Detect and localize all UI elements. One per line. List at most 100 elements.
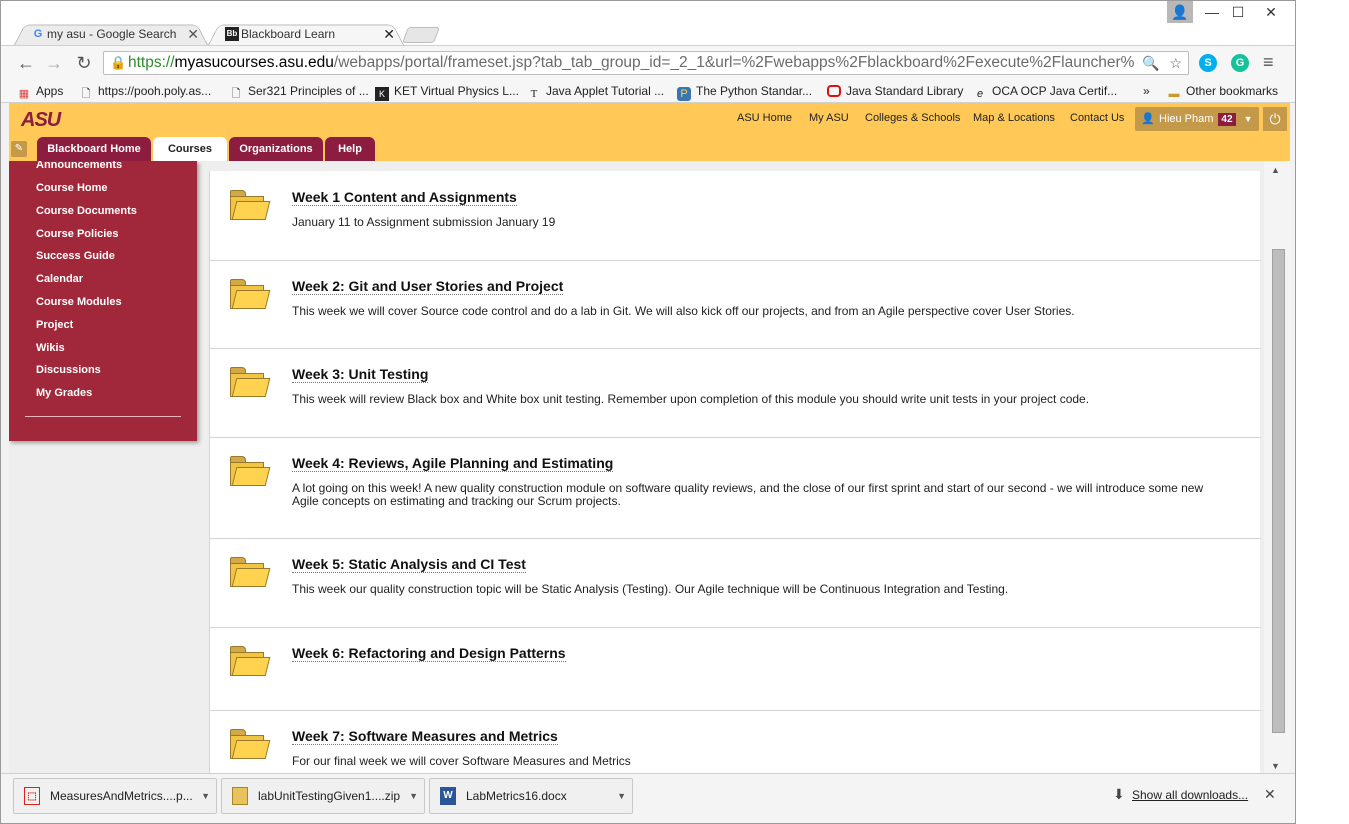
link-asu-home[interactable]: ASU Home (737, 112, 792, 124)
skype-icon[interactable]: S (1199, 54, 1217, 72)
menu-item-announcements[interactable]: Announcements (36, 161, 122, 171)
bookmark-item[interactable]: P The Python Standar... (677, 83, 812, 101)
tab-help[interactable]: Help (325, 137, 375, 161)
user-name: Hieu Pham (1159, 113, 1214, 125)
content-item-title[interactable]: Week 3: Unit Testing (292, 366, 429, 383)
download-arrow-icon: ⬇ (1113, 786, 1125, 802)
python-icon: P (677, 87, 691, 101)
lock-icon: 🔒 (110, 55, 127, 70)
content-item-title[interactable]: Week 2: Git and User Stories and Project (292, 278, 564, 295)
folder-icon (230, 190, 271, 220)
menu-item-discussions[interactable]: Discussions (36, 364, 101, 376)
close-icon[interactable]: ✕ (1264, 786, 1276, 803)
menu-item-my-grades[interactable]: My Grades (36, 387, 92, 399)
content-item-title[interactable]: Week 5: Static Analysis and CI Test (292, 556, 526, 573)
tab-label: my asu - Google Search (47, 27, 177, 41)
bookmark-item[interactable]: K KET Virtual Physics L... (375, 83, 519, 101)
content-item-description: This week our quality construction topic… (292, 582, 1009, 596)
menu-item-course-modules[interactable]: Course Modules (36, 296, 122, 308)
scroll-up-icon[interactable]: ▲ (1271, 165, 1280, 175)
chevron-down-icon[interactable]: ▼ (201, 779, 210, 813)
tab-google-search[interactable]: G my asu - Google Search ✕ (13, 21, 209, 47)
content-item-description: A lot going on this week! A new quality … (292, 481, 1204, 508)
pdf-icon: ⬚ (24, 787, 40, 805)
chevron-down-icon[interactable]: ▼ (409, 779, 418, 813)
bookmark-item[interactable]: e OCA OCP Java Certif... (973, 83, 1117, 101)
menu-item-calendar[interactable]: Calendar (36, 273, 83, 285)
content-item-description: January 11 to Assignment submission Janu… (292, 215, 556, 229)
menu-item-course-documents[interactable]: Course Documents (36, 205, 137, 217)
menu-item-course-policies[interactable]: Course Policies (36, 228, 119, 240)
link-colleges-schools[interactable]: Colleges & Schools (865, 112, 960, 124)
menu-item-wikis[interactable]: Wikis (36, 342, 65, 354)
menu-item-success-guide[interactable]: Success Guide (36, 250, 115, 262)
bookmarks-overflow-icon[interactable]: » (1143, 83, 1150, 99)
tab-courses[interactable]: Courses (153, 137, 227, 161)
show-all-downloads-link[interactable]: Show all downloads... (1132, 788, 1248, 802)
content-item-title[interactable]: Week 4: Reviews, Agile Planning and Esti… (292, 455, 614, 472)
browser-toolbar: ← → ↻ 🔒 https://myasucourses.asu.edu/web… (1, 45, 1295, 79)
forward-icon[interactable]: → (43, 52, 65, 74)
close-tab-icon[interactable]: ✕ (383, 21, 395, 47)
grammarly-icon[interactable]: G (1231, 54, 1249, 72)
bookmark-item[interactable]: T Java Applet Tutorial ... (527, 83, 664, 101)
content-item: Week 5: Static Analysis and CI Test This… (210, 539, 1261, 628)
content-item: Week 1 Content and Assignments January 1… (210, 171, 1261, 261)
bookmark-item[interactable]: 🗋 Ser321 Principles of ... (229, 83, 369, 101)
content-item: Week 4: Reviews, Agile Planning and Esti… (210, 438, 1261, 539)
course-menu: Announcements Course Home Course Documen… (9, 161, 197, 441)
address-bar[interactable]: 🔒 https://myasucourses.asu.edu/webapps/p… (103, 51, 1189, 75)
download-item[interactable]: labUnitTestingGiven1....zip ▼ (221, 778, 425, 814)
tab-organizations[interactable]: Organizations (229, 137, 323, 161)
scroll-thumb[interactable] (1272, 249, 1285, 733)
profile-icon[interactable]: 👤 (1167, 1, 1193, 23)
close-window-icon[interactable]: ✕ (1251, 1, 1291, 23)
apps-grid-icon: ▦ (18, 88, 30, 100)
bookmark-other[interactable]: ▬ Other bookmarks (1167, 83, 1279, 101)
star-icon[interactable]: ☆ (1169, 55, 1182, 71)
content-item-title[interactable]: Week 7: Software Measures and Metrics (292, 728, 558, 745)
maximize-icon[interactable]: ☐ (1223, 1, 1253, 23)
download-item[interactable]: W LabMetrics16.docx ▼ (429, 778, 633, 814)
link-contact-us[interactable]: Contact Us (1070, 112, 1124, 124)
content-item-title[interactable]: Week 6: Refactoring and Design Patterns (292, 645, 566, 662)
menu-divider (25, 416, 181, 417)
asu-logo[interactable]: ASU (21, 109, 61, 132)
url-scheme: https:// (128, 54, 175, 71)
content-item: Week 7: Software Measures and Metrics Fo… (210, 711, 1261, 773)
edit-mode-icon[interactable]: ✎ (11, 141, 27, 157)
back-icon[interactable]: ← (15, 52, 37, 74)
bookmark-item[interactable]: 🗋 https://pooh.poly.as... (79, 83, 212, 101)
menu-icon[interactable]: ≡ (1263, 52, 1274, 73)
logout-power-icon[interactable]: ⏻ (1263, 107, 1287, 131)
bookmark-apps[interactable]: ▦ Apps (17, 83, 64, 101)
tab-blackboard-home[interactable]: Blackboard Home (37, 137, 151, 161)
page-scrollbar[interactable]: ▲ ▼ (1264, 161, 1290, 773)
user-menu[interactable]: 👤 Hieu Pham 42 ▼ (1135, 107, 1259, 131)
reload-icon[interactable]: ↻ (73, 52, 95, 74)
search-icon[interactable]: 🔍 (1142, 55, 1159, 71)
menu-item-course-home[interactable]: Course Home (36, 182, 108, 194)
download-item[interactable]: ⬚ MeasuresAndMetrics....p... ▼ (13, 778, 217, 814)
notification-badge[interactable]: 42 (1218, 113, 1236, 126)
download-filename: MeasuresAndMetrics....p... (50, 789, 193, 803)
link-map-locations[interactable]: Map & Locations (973, 112, 1055, 124)
url-path: /webapps/portal/frameset.jsp?tab_tab_gro… (333, 54, 1135, 71)
ket-icon: K (375, 87, 389, 101)
content-item-title[interactable]: Week 1 Content and Assignments (292, 189, 517, 206)
user-avatar-icon: 👤 (1141, 113, 1155, 125)
url-host: myasucourses.asu.edu (174, 54, 334, 71)
content-item-description: This week we will cover Source code cont… (292, 304, 1075, 318)
folder-icon (230, 557, 271, 587)
menu-item-project[interactable]: Project (36, 319, 73, 331)
folder-icon (230, 279, 271, 309)
new-tab-button[interactable] (402, 27, 440, 43)
chevron-down-icon[interactable]: ▼ (617, 779, 626, 813)
scroll-down-icon[interactable]: ▼ (1271, 761, 1280, 771)
tab-strip: G my asu - Google Search ✕ Bb Blackboard… (1, 1, 1295, 47)
bookmark-item[interactable]: Java Standard Library (827, 83, 963, 99)
link-my-asu[interactable]: My ASU (809, 112, 849, 124)
close-tab-icon[interactable]: ✕ (187, 21, 199, 47)
e-icon: e (976, 88, 984, 100)
tab-blackboard-learn[interactable]: Bb Blackboard Learn ✕ (207, 21, 405, 47)
